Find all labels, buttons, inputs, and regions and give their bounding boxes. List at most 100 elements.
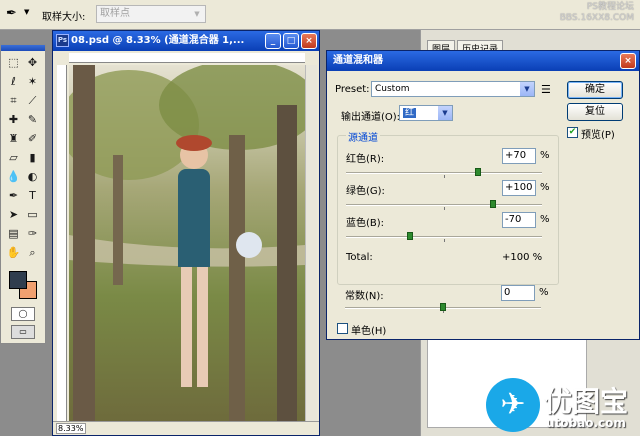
maximize-button[interactable]: □ xyxy=(283,33,299,49)
pen-tool-icon[interactable]: ✒ xyxy=(4,186,23,205)
watermark-line2: BBS.16XX8.COM xyxy=(559,13,634,23)
preset-label: Preset: xyxy=(335,84,370,95)
type-tool-icon[interactable]: T xyxy=(23,186,42,205)
slider-center-tick xyxy=(444,175,445,178)
green-channel-input[interactable]: +100 xyxy=(502,180,536,196)
preset-options-icon[interactable]: ☰ xyxy=(541,83,551,96)
bird-logo-icon: ✈ xyxy=(486,378,540,432)
constant-input[interactable]: 0 xyxy=(501,285,535,301)
screen-mode-icon[interactable]: ▭ xyxy=(11,325,35,339)
red-slider-thumb[interactable] xyxy=(475,168,482,176)
vertical-scrollbar[interactable] xyxy=(305,65,317,421)
utobao-logo: ✈ 优图宝 utobao.com xyxy=(472,378,640,436)
green-channel-slider[interactable] xyxy=(346,200,542,210)
blur-tool-icon[interactable]: 💧 xyxy=(4,167,23,186)
close-button[interactable]: × xyxy=(301,33,317,49)
red-channel-label: 红色(R): xyxy=(346,154,385,165)
photo-illustration xyxy=(69,65,305,421)
dialog-close-button[interactable]: × xyxy=(620,53,636,69)
constant-percent-label: % xyxy=(539,287,549,298)
document-status-bar: 8.33% xyxy=(53,421,319,435)
move-tool-icon[interactable]: ✥ xyxy=(23,53,42,72)
hand-tool-icon[interactable]: ✋ xyxy=(4,243,23,262)
constant-slider-thumb[interactable] xyxy=(440,303,446,311)
eyedropper-tool-icon[interactable]: ✑ xyxy=(23,224,42,243)
stamp-tool-icon[interactable]: ♜ xyxy=(4,129,23,148)
total-value: +100 % xyxy=(502,252,543,263)
red-channel-slider[interactable] xyxy=(346,168,542,178)
logo-text: 优图宝 xyxy=(544,385,629,418)
history-brush-tool-icon[interactable]: ✐ xyxy=(23,129,42,148)
canvas-photo[interactable] xyxy=(69,65,305,421)
reset-button[interactable]: 复位 xyxy=(567,103,623,121)
preview-label: 预览(P) xyxy=(581,130,615,141)
foreground-color-swatch[interactable] xyxy=(9,271,27,289)
monochrome-checkbox[interactable] xyxy=(337,323,348,334)
output-channel-label: 输出通道(O): xyxy=(341,112,401,123)
source-channels-title: 源通道 xyxy=(346,129,380,144)
slider-center-tick xyxy=(444,207,445,210)
notes-tool-icon[interactable]: ▤ xyxy=(4,224,23,243)
minimize-button[interactable]: _ xyxy=(265,33,281,49)
monochrome-label: 单色(H) xyxy=(351,326,387,337)
eraser-tool-icon[interactable]: ▱ xyxy=(4,148,23,167)
constant-slider[interactable] xyxy=(345,303,541,313)
chevron-down-icon: ▼ xyxy=(438,106,452,120)
preview-checkbox[interactable]: ✔ xyxy=(567,127,578,138)
blue-slider-thumb[interactable] xyxy=(406,232,413,240)
zoom-tool-icon[interactable]: ⌕ xyxy=(23,243,42,262)
logo-url: utobao.com xyxy=(546,416,626,430)
watermark: PS教程论坛 BBS.16XX8.COM xyxy=(560,2,634,24)
toolbox-title-bar[interactable] xyxy=(1,45,45,51)
sample-size-select[interactable]: 取样点 ▼ xyxy=(96,5,206,23)
slice-tool-icon[interactable]: ⟋ xyxy=(23,91,42,110)
constant-label: 常数(N): xyxy=(345,291,384,302)
gradient-tool-icon[interactable]: ▮ xyxy=(23,148,42,167)
zoom-level-field[interactable]: 8.33% xyxy=(56,423,86,434)
output-channel-value: 红 xyxy=(403,108,417,118)
blue-percent-label: % xyxy=(540,214,550,225)
blue-channel-input[interactable]: -70 xyxy=(502,212,536,228)
quick-mask-icon[interactable]: ◯ xyxy=(11,307,35,321)
chevron-down-icon: ▼ xyxy=(194,10,200,18)
blue-channel-slider[interactable] xyxy=(346,232,542,242)
crop-tool-icon[interactable]: ⌗ xyxy=(4,91,23,110)
toolbox: ⬚ ✥ ℓ ✶ ⌗ ⟋ ✚ ✎ ♜ ✐ ▱ ▮ 💧 ◐ ✒ T ➤ ▭ ▤ ✑ … xyxy=(0,44,46,344)
preset-value: Custom xyxy=(375,84,410,94)
brush-tool-icon[interactable]: ✎ xyxy=(23,110,42,129)
dialog-title: 通道混和器 xyxy=(333,55,383,66)
green-slider-thumb[interactable] xyxy=(490,200,496,208)
check-icon: ✔ xyxy=(568,127,577,137)
slider-center-tick xyxy=(444,239,445,242)
preset-select[interactable]: Custom ▼ xyxy=(371,81,535,97)
tool-preset-dropdown-icon[interactable]: ▼ xyxy=(24,8,29,16)
photoshop-doc-icon: Ps xyxy=(56,34,69,47)
dialog-title-bar[interactable]: 通道混和器 xyxy=(327,51,639,71)
path-select-tool-icon[interactable]: ➤ xyxy=(4,205,23,224)
watermark-line1: PS教程论坛 xyxy=(586,2,634,12)
shape-tool-icon[interactable]: ▭ xyxy=(23,205,42,224)
source-channels-group: 源通道 红色(R): +70 % 绿色(G): +100 % 蓝色(B): -7… xyxy=(337,129,559,285)
options-bar: ✒ ▼ 取样大小: 取样点 ▼ PS教程论坛 BBS.16XX8.COM xyxy=(0,0,640,30)
document-title: 08.psd @ 8.33% (通道混合器 1,... xyxy=(71,35,245,46)
output-channel-select[interactable]: 红 ▼ xyxy=(399,105,453,121)
chevron-down-icon: ▼ xyxy=(520,82,534,96)
vertical-ruler xyxy=(57,65,67,421)
horizontal-ruler xyxy=(69,53,305,63)
lasso-tool-icon[interactable]: ℓ xyxy=(4,72,23,91)
magic-wand-tool-icon[interactable]: ✶ xyxy=(23,72,42,91)
dodge-tool-icon[interactable]: ◐ xyxy=(23,167,42,186)
sample-size-label: 取样大小: xyxy=(42,12,86,23)
ok-button[interactable]: 确定 xyxy=(567,81,623,99)
marquee-tool-icon[interactable]: ⬚ xyxy=(4,53,23,72)
green-percent-label: % xyxy=(540,182,550,193)
document-window: Ps 08.psd @ 8.33% (通道混合器 1,... _ □ × 8.3… xyxy=(52,30,320,436)
green-channel-label: 绿色(G): xyxy=(346,186,385,197)
blue-channel-label: 蓝色(B): xyxy=(346,218,385,229)
total-label: Total: xyxy=(346,252,373,263)
eyedropper-icon[interactable]: ✒ xyxy=(6,6,22,22)
tool-grid: ⬚ ✥ ℓ ✶ ⌗ ⟋ ✚ ✎ ♜ ✐ ▱ ▮ 💧 ◐ ✒ T ➤ ▭ ▤ ✑ … xyxy=(4,53,44,262)
red-channel-input[interactable]: +70 xyxy=(502,148,536,164)
red-percent-label: % xyxy=(540,150,550,161)
healing-brush-tool-icon[interactable]: ✚ xyxy=(4,110,23,129)
